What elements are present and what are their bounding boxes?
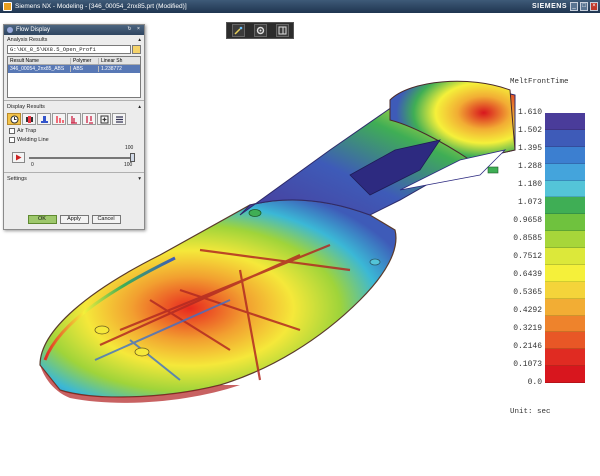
title-bar: Siemens NX - Modeling - [346_00054_2nx85… [0, 0, 600, 13]
gear-icon[interactable] [253, 24, 267, 37]
legend-swatch [545, 231, 585, 248]
welding-line-row[interactable]: Welding Line [9, 136, 139, 144]
legend-swatch [545, 146, 585, 164]
settings-header[interactable]: Settings ▾ [4, 174, 144, 183]
legend-value-label: 0.7512 [513, 252, 542, 261]
legend-color-bar [545, 113, 585, 383]
animation-slider-area: 100 0 100 [7, 145, 141, 171]
ok-button[interactable]: OK [27, 215, 57, 224]
shrinkage-icon[interactable] [52, 113, 66, 125]
column-header-linear-shrinkage[interactable]: Linear Sh [99, 58, 140, 64]
welding-line-checkbox[interactable] [9, 137, 15, 143]
collapse-chevron-icon[interactable]: ▴ [138, 104, 141, 110]
close-dialog-icon[interactable]: × [135, 26, 142, 33]
slider-top-label: 100 [125, 145, 134, 151]
legend-value-label: 1.073 [517, 198, 542, 207]
view-toolbar [226, 22, 294, 39]
window-layout-icon[interactable] [275, 24, 289, 37]
legend-swatch [545, 197, 585, 215]
legend-value-label: 0.2146 [513, 342, 542, 351]
maximize-button[interactable]: □ [580, 2, 588, 11]
legend-swatch [545, 129, 585, 147]
animation-slider-handle[interactable] [130, 153, 135, 162]
legend-swatch [545, 264, 585, 282]
legend-swatch [545, 180, 585, 198]
legend-value-label: 1.288 [517, 162, 542, 171]
results-path-input[interactable]: G:\NX_8_5\NX8.5_Open_Profi [7, 45, 131, 54]
air-trap-checkbox[interactable] [9, 128, 15, 134]
legend-value-label: 0.9658 [513, 216, 542, 225]
legend-swatch [545, 281, 585, 299]
pressure-icon[interactable] [22, 113, 36, 125]
expand-chevron-icon[interactable]: ▾ [138, 176, 141, 182]
legend-title: MeltFrontTime [510, 78, 569, 86]
results-table[interactable]: Result Name Polymer Linear Sh 346_00054_… [7, 56, 141, 98]
play-button[interactable] [12, 152, 25, 163]
fill-time-icon[interactable] [7, 113, 21, 125]
legend-unit: Unit: sec [510, 408, 551, 416]
legend-value-label: 1.502 [517, 126, 542, 135]
legend-value-label: 0.0 [527, 378, 542, 387]
air-trap-row[interactable]: Air Trap [9, 127, 139, 135]
column-header-polymer[interactable]: Polymer [71, 57, 99, 64]
legend-swatch [545, 315, 585, 333]
legend-swatch [545, 332, 585, 350]
legend-settings-icon[interactable] [112, 113, 126, 125]
animation-slider-track[interactable] [29, 157, 133, 159]
welding-line-label: Welding Line [17, 137, 49, 143]
nx-app-icon[interactable] [3, 2, 12, 11]
legend-swatch [545, 349, 585, 367]
legend-swatch [545, 248, 585, 265]
temperature-icon[interactable] [37, 113, 51, 125]
close-window-button[interactable]: × [590, 2, 598, 11]
table-row[interactable]: 346_00054_2nx85_ABS ABS 1.238772 [8, 65, 140, 73]
analysis-results-header[interactable]: Analysis Results ▴ [4, 35, 144, 44]
display-results-header[interactable]: Display Results ▴ [4, 102, 144, 111]
sink-mark-icon[interactable] [82, 113, 96, 125]
legend-swatch [545, 163, 585, 181]
legend-swatch [545, 214, 585, 232]
results-table-header: Result Name Polymer Linear Sh [8, 57, 140, 65]
minimize-button[interactable]: _ [570, 2, 578, 11]
siemens-logo: SIEMENS [531, 3, 567, 10]
dialog-icon [7, 27, 13, 33]
gate-location-icon[interactable] [97, 113, 111, 125]
legend-value-label: 0.5365 [513, 288, 542, 297]
legend-value-label: 0.6439 [513, 270, 542, 279]
column-header-result-name[interactable]: Result Name [8, 57, 71, 64]
legend-value-label: 1.180 [517, 180, 542, 189]
legend-swatch [545, 113, 585, 130]
display-results-toolbar [7, 113, 141, 125]
legend-value-label: 0.4292 [513, 306, 542, 315]
window-title: Siemens NX - Modeling - [346_00054_2nx85… [15, 3, 187, 10]
legend-swatch [545, 298, 585, 316]
legend-value-label: 1.395 [517, 144, 542, 153]
collapse-chevron-icon[interactable]: ▴ [138, 37, 141, 43]
slider-max-label: 100 [124, 162, 133, 168]
air-trap-label: Air Trap [17, 128, 37, 134]
cancel-button[interactable]: Cancel [91, 215, 121, 224]
browse-folder-icon[interactable] [132, 45, 141, 54]
magic-wand-icon[interactable] [231, 24, 245, 37]
dialog-title-bar[interactable]: Flow Display ↻ × [4, 25, 144, 35]
legend-swatch [545, 366, 585, 383]
legend-value-label: 0.8585 [513, 234, 542, 243]
legend-value-label: 0.1073 [513, 360, 542, 369]
reset-dialog-icon[interactable]: ↻ [126, 26, 133, 33]
dialog-title: Flow Display [16, 27, 51, 33]
apply-button[interactable]: Apply [59, 215, 89, 224]
legend-value-label: 0.3219 [513, 324, 542, 333]
legend-value-label: 1.610 [517, 108, 542, 117]
slider-min-label: 0 [31, 162, 34, 168]
warpage-icon[interactable] [67, 113, 81, 125]
flow-display-dialog: Flow Display ↻ × Analysis Results ▴ G:\N… [3, 24, 145, 230]
